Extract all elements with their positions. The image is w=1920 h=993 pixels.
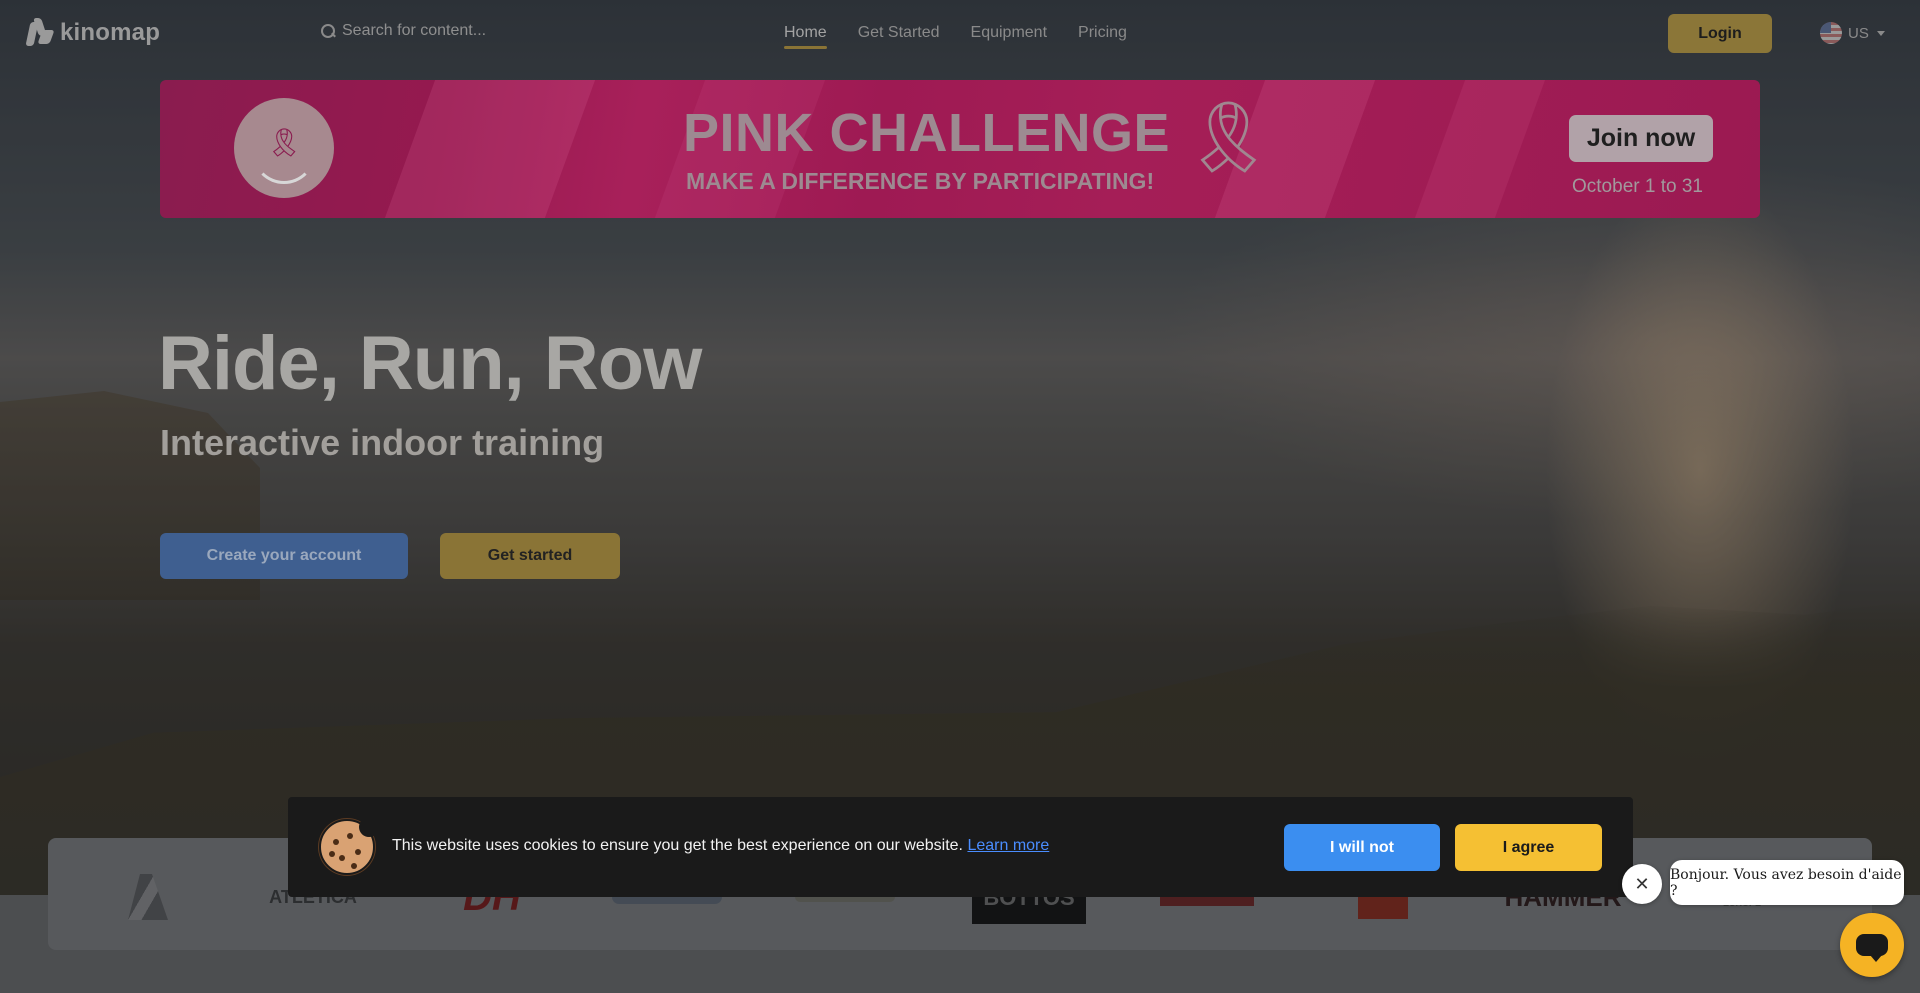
close-icon: ✕ xyxy=(1634,873,1650,895)
hero-subtitle: Interactive indoor training xyxy=(160,422,605,463)
accept-cookies-button[interactable]: I agree xyxy=(1455,824,1602,871)
nav-equipment[interactable]: Equipment xyxy=(971,24,1048,48)
pink-ribbon-icon: 🎗 xyxy=(1184,96,1273,178)
language-label: US xyxy=(1848,24,1869,42)
logo-text: kinomap xyxy=(60,19,161,46)
pink-challenge-banner[interactable]: 🎗 PINK CHALLENGE MAKE A DIFFERENCE BY PA… xyxy=(160,80,1760,218)
us-flag-icon xyxy=(1820,22,1842,44)
chevron-down-icon xyxy=(1876,30,1885,36)
banner-subtitle: MAKE A DIFFERENCE BY PARTICIPATING! xyxy=(686,168,1155,194)
cookie-message: This website uses cookies to ensure you … xyxy=(392,837,1049,855)
site-header: kinomap Home Get Started Equipment Prici… xyxy=(0,0,1920,68)
nav-pricing[interactable]: Pricing xyxy=(1078,24,1127,48)
hero-title: Ride, Run, Row xyxy=(158,321,702,406)
banner-stripe xyxy=(1414,80,1546,218)
banner-dates: October 1 to 31 xyxy=(1572,176,1703,197)
cookie-message-text: This website uses cookies to ensure you … xyxy=(392,837,963,854)
language-selector[interactable]: US xyxy=(1820,22,1885,44)
cookie-icon xyxy=(319,817,379,875)
search-icon xyxy=(320,23,336,39)
chat-greeting-bubble[interactable]: Bonjour. Vous avez besoin d'aide ? xyxy=(1670,860,1904,905)
banner-title: PINK CHALLENGE xyxy=(683,103,1171,163)
login-button[interactable]: Login xyxy=(1668,14,1772,53)
banner-stripe xyxy=(384,80,596,218)
chat-close-button[interactable]: ✕ xyxy=(1622,864,1662,904)
main-nav: Home Get Started Equipment Pricing xyxy=(784,24,1127,49)
learn-more-link[interactable]: Learn more xyxy=(967,837,1049,854)
search-input[interactable] xyxy=(342,22,562,40)
search-bar[interactable] xyxy=(320,22,562,40)
join-now-button[interactable]: Join now xyxy=(1569,115,1713,162)
chat-launcher-button[interactable] xyxy=(1840,913,1904,977)
pink-ribbon-icon: 🎗 xyxy=(266,125,302,159)
nav-get-started[interactable]: Get Started xyxy=(858,24,940,48)
decline-cookies-button[interactable]: I will not xyxy=(1284,824,1440,871)
nav-home[interactable]: Home xyxy=(784,24,827,49)
chat-bubble-icon xyxy=(1856,934,1888,962)
create-account-button[interactable]: Create your account xyxy=(160,533,408,579)
kinomap-logo[interactable]: kinomap xyxy=(25,18,161,48)
kinomap-logo-icon xyxy=(25,18,55,48)
ribbon-badge: 🎗 xyxy=(234,98,334,198)
cookie-consent-bar: This website uses cookies to ensure you … xyxy=(288,797,1633,897)
get-started-button[interactable]: Get started xyxy=(440,533,620,579)
